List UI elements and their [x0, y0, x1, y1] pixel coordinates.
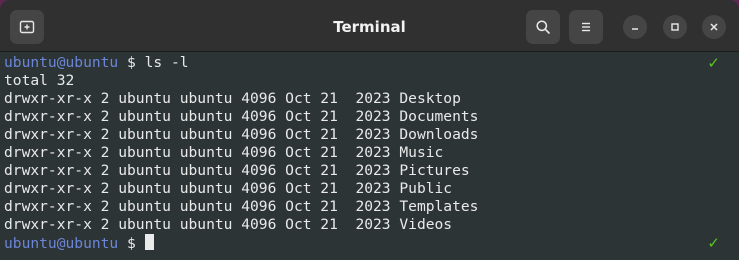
- close-icon: [710, 23, 718, 31]
- list-item: drwxr-xr-x 2 ubuntu ubuntu 4096 Oct 21 2…: [4, 108, 479, 125]
- minimize-button[interactable]: [623, 15, 647, 39]
- list-item: drwxr-xr-x 2 ubuntu ubuntu 4096 Oct 21 2…: [4, 144, 444, 161]
- titlebar[interactable]: Terminal: [0, 0, 739, 52]
- status-check-icon: ✓: [707, 54, 720, 72]
- maximize-button[interactable]: [663, 15, 687, 39]
- minimize-icon: [632, 28, 638, 30]
- total-line: total 32: [4, 72, 75, 89]
- command-text: ls -l: [144, 54, 189, 71]
- new-tab-icon: [19, 20, 35, 34]
- list-item: drwxr-xr-x 2 ubuntu ubuntu 4096 Oct 21 2…: [4, 198, 479, 215]
- maximize-icon: [671, 23, 679, 31]
- prompt-line[interactable]: ubuntu@ubuntu $ ✓: [4, 234, 739, 252]
- search-icon: [536, 20, 550, 34]
- terminal-output[interactable]: ubuntu@ubuntu $ ls -l ✓ total 32 drwxr-xr…: [0, 53, 739, 260]
- prompt-user: ubuntu@ubuntu: [4, 235, 119, 252]
- search-button[interactable]: [526, 10, 560, 44]
- new-tab-button[interactable]: [10, 10, 44, 44]
- prompt-symbol: $: [127, 235, 136, 252]
- list-item: drwxr-xr-x 2 ubuntu ubuntu 4096 Oct 21 2…: [4, 180, 453, 197]
- list-item: drwxr-xr-x 2 ubuntu ubuntu 4096 Oct 21 2…: [4, 90, 461, 107]
- list-item: drwxr-xr-x 2 ubuntu ubuntu 4096 Oct 21 2…: [4, 162, 470, 179]
- menu-button[interactable]: [569, 10, 603, 44]
- close-button[interactable]: [702, 15, 726, 39]
- command-line: ubuntu@ubuntu $ ls -l ✓: [4, 54, 739, 72]
- terminal-window: Terminal ubuntu@ubuntu $ ls -l ✓ total 3…: [0, 0, 739, 260]
- text-cursor: [144, 234, 154, 250]
- list-item: drwxr-xr-x 2 ubuntu ubuntu 4096 Oct 21 2…: [4, 216, 453, 233]
- prompt-symbol: $: [127, 54, 136, 71]
- list-item: drwxr-xr-x 2 ubuntu ubuntu 4096 Oct 21 2…: [4, 126, 479, 143]
- prompt-user: ubuntu@ubuntu: [4, 54, 119, 71]
- hamburger-menu-icon: [582, 22, 590, 32]
- status-check-icon: ✓: [707, 234, 720, 252]
